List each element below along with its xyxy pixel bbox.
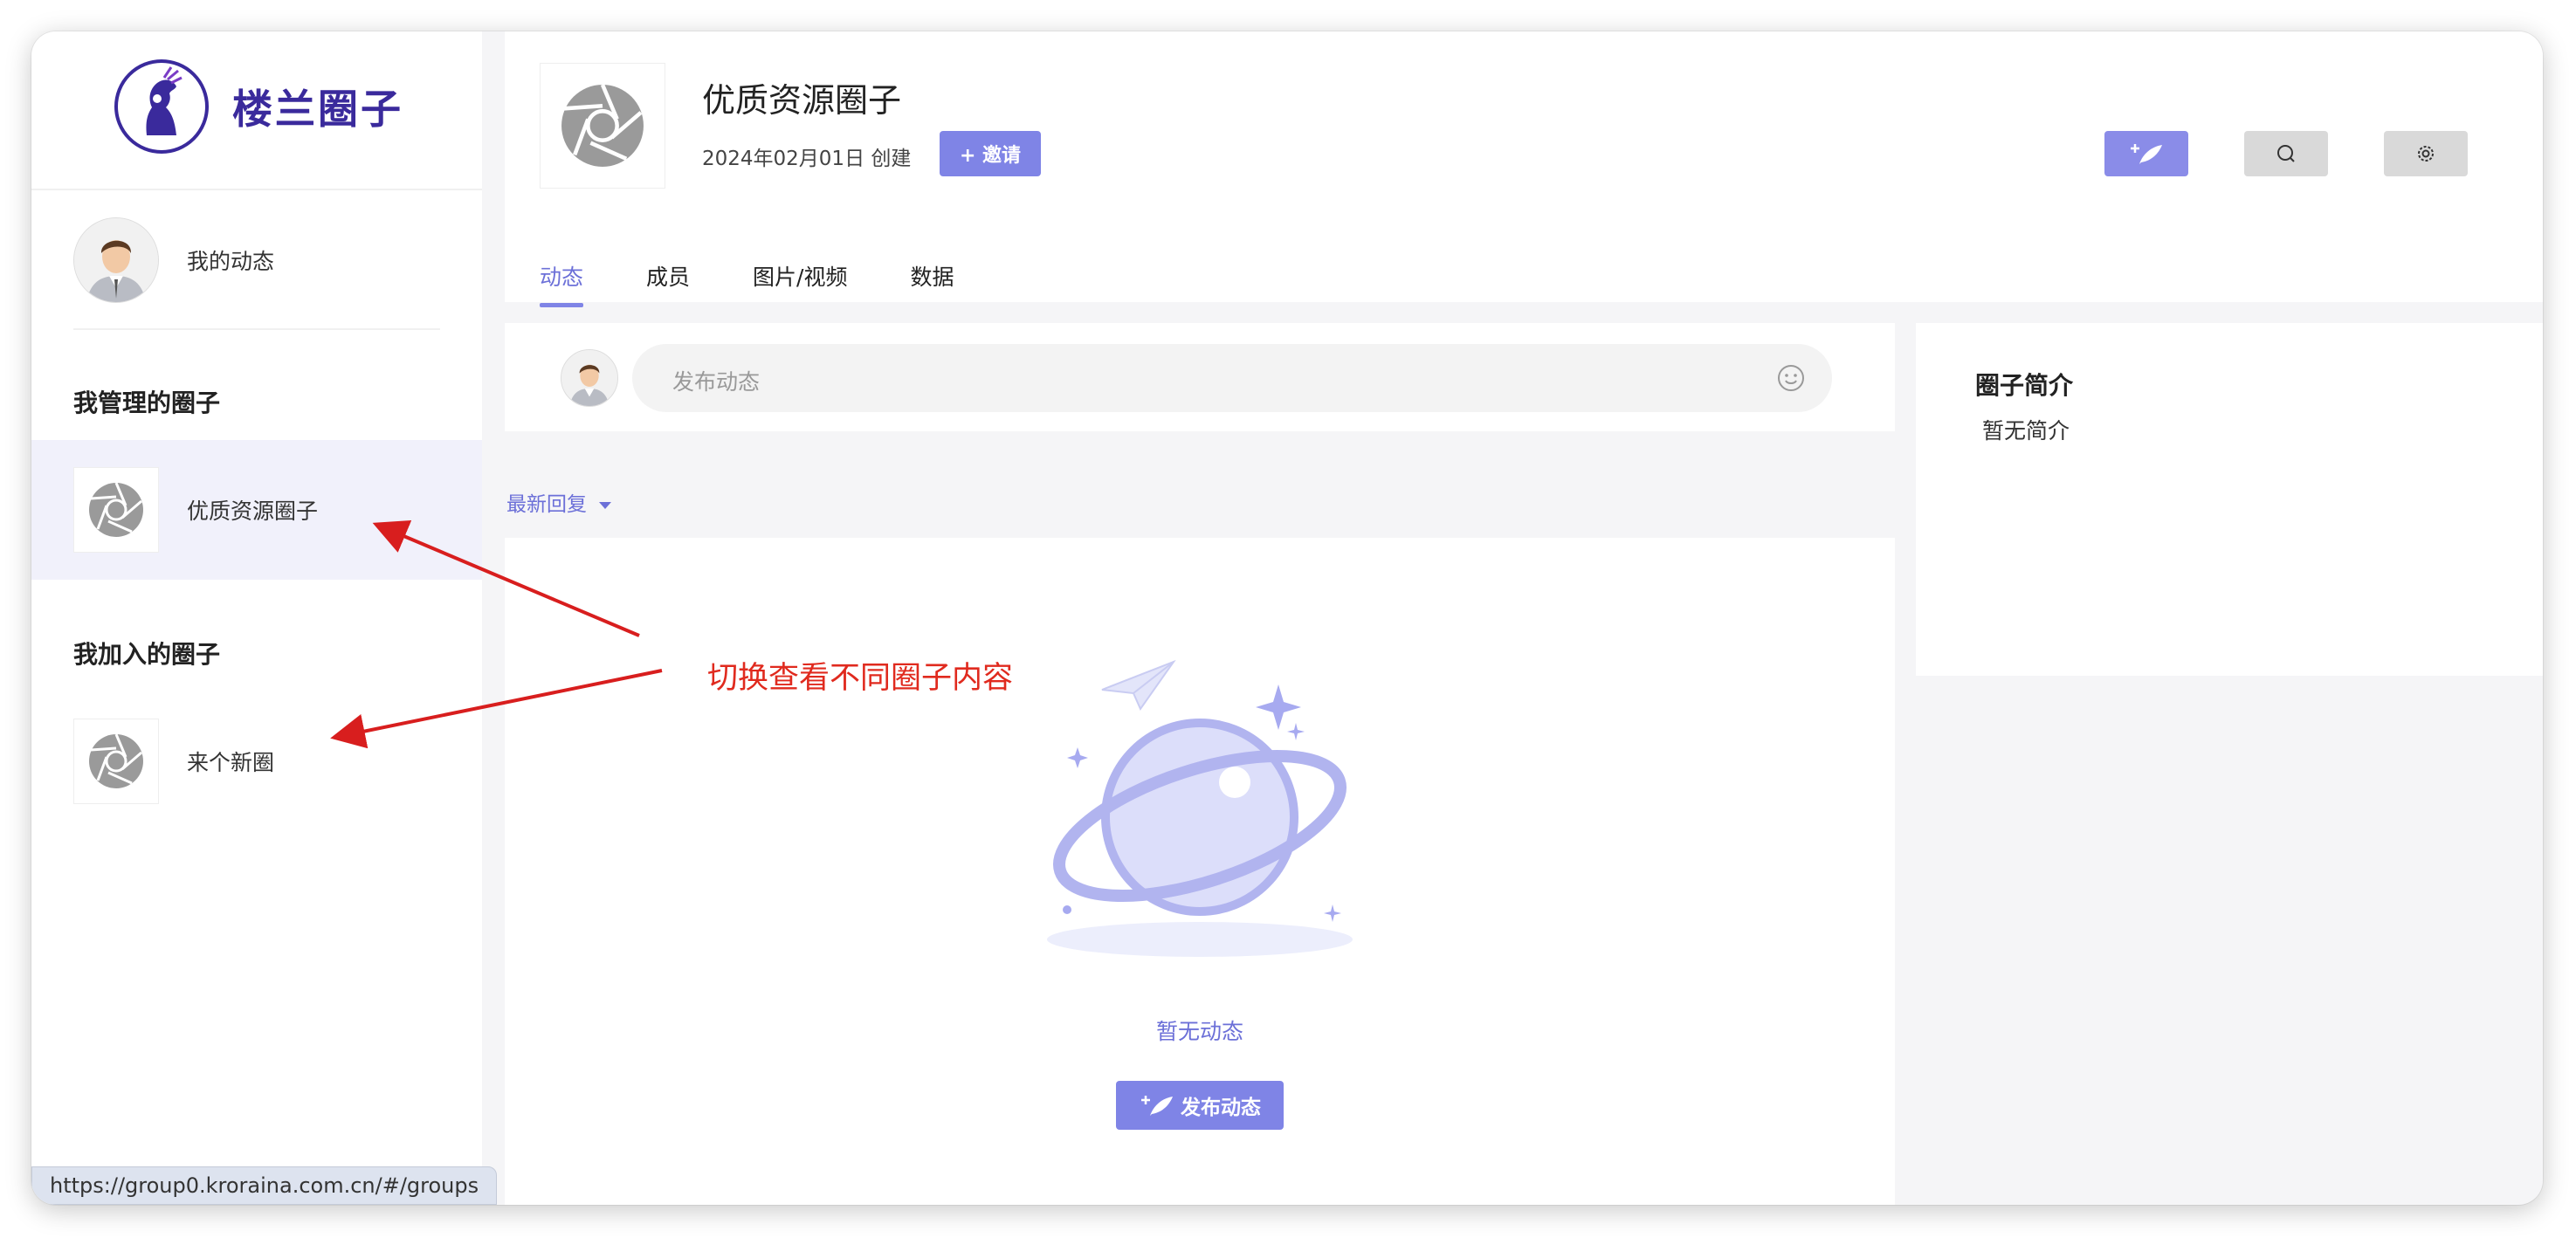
tab-members[interactable]: 成员: [646, 260, 690, 300]
group-intro-panel: 圈子简介 暂无简介: [1916, 323, 2543, 676]
post-input[interactable]: 发布动态: [632, 344, 1832, 412]
publish-post-label: 发布动态: [1181, 1097, 1261, 1119]
aperture-icon: [89, 733, 143, 788]
gear-icon: [2418, 146, 2434, 162]
sort-label: 最新回复: [506, 493, 587, 516]
search-button[interactable]: [2244, 131, 2328, 176]
group-thumbnail: [73, 719, 159, 804]
intro-body: 暂无简介: [1982, 418, 2070, 444]
avatar: [561, 349, 618, 407]
emoji-icon[interactable]: [1776, 363, 1806, 393]
post-input-placeholder: 发布动态: [672, 369, 761, 395]
tab-media[interactable]: 图片/视频: [753, 260, 847, 300]
chevron-down-icon: [599, 501, 611, 509]
sort-dropdown[interactable]: 最新回复: [506, 487, 611, 517]
tab-bar: 动态 成员 图片/视频 数据: [540, 260, 1016, 307]
tab-activity[interactable]: 动态: [540, 260, 584, 307]
managed-groups-heading: 我管理的圈子: [73, 389, 221, 417]
settings-button[interactable]: [2384, 131, 2468, 176]
sidebar: 楼兰圈子 我的动态 我管理的圈子 优质资源圈子 我加入的圈子 来个新圈 http…: [31, 31, 498, 1205]
divider: [31, 189, 482, 190]
tab-data[interactable]: 数据: [910, 260, 954, 300]
app-window: 楼兰圈子 我的动态 我管理的圈子 优质资源圈子 我加入的圈子 来个新圈 http…: [31, 31, 2543, 1205]
group-header: 优质资源圈子 2024年02月01日 创建 + 邀请 动态 成员 图片/视频 数…: [505, 31, 2543, 307]
empty-planet-icon: [1047, 659, 1353, 957]
avatar: [73, 217, 159, 303]
brand[interactable]: 楼兰圈子: [114, 56, 403, 157]
search-icon: [2277, 145, 2295, 162]
publish-post-button[interactable]: 发布动态: [1116, 1081, 1284, 1130]
joined-groups-heading: 我加入的圈子: [73, 640, 221, 669]
empty-message: 暂无动态: [1155, 1019, 1243, 1044]
invite-button[interactable]: + 邀请: [940, 131, 1041, 176]
sidebar-item-label: 我的动态: [187, 249, 275, 274]
intro-title: 圈子简介: [1975, 371, 2074, 400]
feed-empty-state: 暂无动态 发布动态: [505, 538, 1895, 1205]
user-avatar-icon: [74, 218, 158, 302]
created-date: 2024年02月01日 创建: [702, 148, 912, 170]
brand-logo-icon: [114, 59, 209, 154]
sidebar-item-label: 优质资源圈子: [187, 499, 319, 524]
post-feather-icon: [2131, 144, 2162, 164]
post-feather-icon: [1141, 1096, 1173, 1116]
sidebar-item-group[interactable]: 优质资源圈子: [31, 440, 482, 580]
sidebar-item-group[interactable]: 来个新圈: [31, 691, 482, 831]
aperture-icon: [561, 84, 644, 167]
group-cover: [540, 63, 665, 189]
sidebar-item-my-activity[interactable]: 我的动态: [73, 217, 440, 304]
status-bar-url: https://group0.kroraina.com.cn/#/groups: [31, 1166, 498, 1205]
sidebar-item-label: 来个新圈: [187, 750, 275, 775]
divider: [73, 328, 440, 330]
post-composer: 发布动态: [505, 323, 1895, 431]
annotation-text: 切换查看不同圈子内容: [707, 661, 1014, 696]
group-thumbnail: [73, 467, 159, 553]
user-avatar-icon: [561, 350, 617, 406]
aperture-icon: [89, 482, 143, 537]
brand-name: 楼兰圈子: [232, 86, 403, 133]
page-title: 优质资源圈子: [702, 81, 902, 120]
new-post-button[interactable]: [2104, 131, 2188, 176]
